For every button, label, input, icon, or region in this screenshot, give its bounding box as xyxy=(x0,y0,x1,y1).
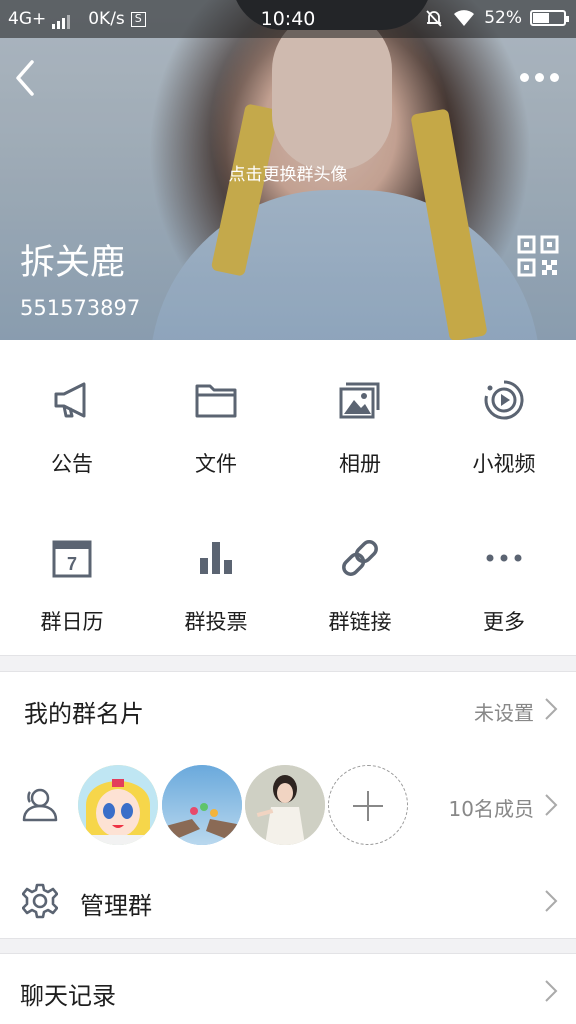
manage-group-row[interactable]: 管理群 xyxy=(0,864,576,938)
my-group-card-row[interactable]: 我的群名片 未设置 xyxy=(0,672,576,746)
video-icon xyxy=(484,380,524,420)
my-group-card-value: 未设置 xyxy=(474,701,534,725)
more-dot xyxy=(520,72,529,82)
member-avatar[interactable] xyxy=(245,765,325,845)
group-id: 551573897 xyxy=(20,296,141,320)
bar-chart-icon xyxy=(200,542,232,574)
feature-more[interactable]: 更多 xyxy=(432,498,576,656)
feature-album[interactable]: 相册 xyxy=(288,340,432,498)
feature-label: 群投票 xyxy=(184,610,248,634)
sky-avatar-image xyxy=(162,765,242,845)
cartoon-avatar-image xyxy=(78,765,158,845)
more-dot xyxy=(535,72,544,82)
chevron-right-icon xyxy=(545,698,558,720)
feature-announcement[interactable]: 公告 xyxy=(0,340,144,498)
add-member-button[interactable] xyxy=(328,765,408,845)
qr-code-icon[interactable] xyxy=(517,235,559,277)
feature-link[interactable]: 群链接 xyxy=(288,498,432,656)
battery-fill xyxy=(533,13,549,23)
status-right: 52% xyxy=(424,8,569,28)
feature-label: 文件 xyxy=(195,452,237,476)
feature-label: 公告 xyxy=(51,452,93,476)
my-group-card-title: 我的群名片 xyxy=(24,700,144,728)
more-options-button[interactable] xyxy=(520,66,564,88)
folder-icon xyxy=(195,384,237,418)
status-bar: 4G+ 0K/s S 10:40 52% xyxy=(0,0,576,38)
calendar-icon: 7 xyxy=(52,540,92,578)
chevron-right-icon xyxy=(545,980,558,1002)
chevron-right-icon xyxy=(545,890,558,912)
feature-label: 群链接 xyxy=(328,610,392,634)
feature-label: 小视频 xyxy=(472,452,536,476)
change-avatar-hint[interactable]: 点击更换群头像 xyxy=(0,160,576,185)
megaphone-icon xyxy=(54,382,86,418)
feature-label: 更多 xyxy=(483,610,525,634)
feature-grid: 公告 文件 相册 小视频 7 群日历 群投票 群链接 更多 xyxy=(0,340,576,656)
feature-short-video[interactable]: 小视频 xyxy=(432,340,576,498)
alarm-off-icon xyxy=(426,10,442,27)
feature-files[interactable]: 文件 xyxy=(144,340,288,498)
more-dot xyxy=(550,72,559,82)
wifi-icon xyxy=(454,10,475,26)
link-icon xyxy=(342,540,378,576)
plus-icon-v xyxy=(367,791,369,821)
member-avatar[interactable] xyxy=(162,765,242,845)
chevron-right-icon xyxy=(545,794,558,816)
photo-album-icon xyxy=(339,382,380,419)
gear-icon xyxy=(22,883,58,919)
battery-icon xyxy=(530,10,569,26)
calendar-day: 7 xyxy=(67,554,77,574)
members-icon xyxy=(22,788,58,822)
group-name: 拆关鹿 xyxy=(20,243,126,283)
battery-percent: 52% xyxy=(484,8,522,28)
chat-history-title: 聊天记录 xyxy=(20,982,116,1010)
section-gap xyxy=(0,939,576,954)
feature-calendar[interactable]: 7 群日历 xyxy=(0,498,144,656)
feature-label: 群日历 xyxy=(40,610,104,634)
back-arrow-icon[interactable] xyxy=(10,58,44,98)
manage-group-title: 管理群 xyxy=(80,892,152,920)
child-photo-avatar-image xyxy=(245,765,325,845)
group-members-row[interactable]: 10名成员 xyxy=(0,746,576,864)
member-count: 10名成员 xyxy=(448,797,534,821)
section-gap xyxy=(0,656,576,672)
chat-history-row[interactable]: 聊天记录 xyxy=(0,954,576,1024)
feature-label: 相册 xyxy=(339,452,381,476)
feature-vote[interactable]: 群投票 xyxy=(144,498,288,656)
member-avatar[interactable] xyxy=(78,765,158,845)
more-dots-icon xyxy=(486,554,522,562)
